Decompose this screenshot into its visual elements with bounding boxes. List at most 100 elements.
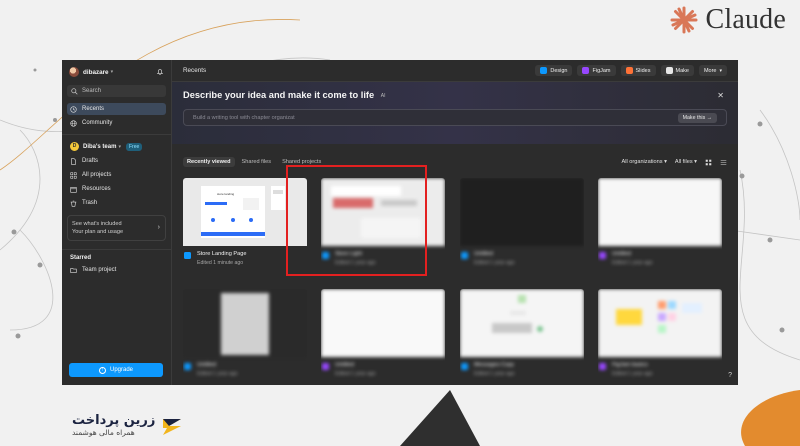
- more-button[interactable]: More ▾: [698, 65, 727, 76]
- file-thumbnail: [598, 289, 722, 357]
- sidebar-item-label: Trash: [82, 200, 98, 206]
- file-edited-time: Edited 1 year ago: [335, 371, 376, 377]
- file-name: Messages Copy: [474, 362, 515, 368]
- avatar: [69, 67, 79, 77]
- claude-logo: Claude: [669, 4, 786, 36]
- banner-title: Describe your idea and make it come to l…: [183, 90, 727, 100]
- sidebar-item-community[interactable]: Community: [67, 117, 166, 129]
- file-meta: Untitled Edited 1 year ago: [598, 250, 722, 272]
- file-text: Untitled Edited 1 year ago: [335, 361, 376, 378]
- grid-view-icon[interactable]: [705, 159, 712, 166]
- file-thumbnail: [460, 289, 584, 357]
- make-this-button[interactable]: Make this →: [677, 112, 717, 123]
- file-type-filter[interactable]: All files ▾: [675, 159, 697, 165]
- list-view-icon[interactable]: [720, 159, 727, 166]
- figjam-file-icon: [599, 363, 606, 370]
- design-icon: [540, 67, 548, 74]
- tab-recently-viewed[interactable]: Recently viewed: [183, 157, 235, 167]
- sidebar: dibazare ▾ Search Recents Community D Di…: [62, 60, 172, 385]
- search-icon: [71, 87, 78, 95]
- chevron-down-icon: ▾: [118, 143, 121, 150]
- ai-tag: AI: [380, 92, 386, 99]
- plan-card-line2: Your plan and usage: [72, 229, 124, 235]
- svg-text:store landing: store landing: [217, 192, 235, 196]
- sidebar-item-recents[interactable]: Recents: [67, 103, 166, 115]
- organization-filter[interactable]: All organizations ▾: [621, 159, 666, 165]
- bell-icon[interactable]: [156, 68, 164, 76]
- team-switcher[interactable]: D Diba's team ▾ Free: [67, 140, 166, 153]
- team-avatar: D: [70, 142, 79, 151]
- upgrade-button[interactable]: ↑ Upgrade: [69, 363, 163, 377]
- file-name: Untitled: [335, 362, 354, 368]
- file-card[interactable]: Untitled Edited 1 year ago: [460, 178, 584, 274]
- arrow-up-icon: ↑: [98, 366, 106, 374]
- file-edited-time: Edited 1 year ago: [474, 371, 515, 377]
- account-switcher[interactable]: dibazare ▾: [67, 65, 166, 79]
- file-name: Untitled: [612, 251, 631, 257]
- file-name: Untitled: [197, 362, 216, 368]
- chevron-right-icon: ›: [157, 224, 160, 231]
- file-text: Messages Copy Edited 1 year ago: [474, 361, 515, 378]
- make-icon: [665, 67, 673, 74]
- help-button[interactable]: ?: [728, 372, 732, 379]
- page-title: Recents: [183, 67, 207, 74]
- file-text: Untitled Edited 1 year ago: [612, 250, 653, 267]
- file-name: FigJam basics: [612, 362, 648, 368]
- sidebar-item-label: Drafts: [82, 158, 99, 164]
- folder-icon: [70, 267, 77, 273]
- sidebar-item-label: Recents: [82, 106, 105, 112]
- file-thumbnail: [321, 289, 445, 357]
- file-card[interactable]: Untitled Edited 1 year ago: [598, 178, 722, 274]
- file-meta: Untitled Edited 1 year ago: [460, 250, 584, 272]
- highlight-box: [286, 165, 427, 276]
- button-label: Design: [550, 67, 568, 74]
- plan-card-line1: See what's included: [72, 221, 122, 227]
- claude-wordmark: Claude: [705, 4, 786, 35]
- design-file-icon: [184, 363, 191, 370]
- new-design-button[interactable]: Design: [535, 65, 573, 76]
- box-icon: [70, 186, 77, 193]
- divider: [62, 134, 171, 135]
- new-make-button[interactable]: Make: [660, 65, 694, 76]
- plan-usage-card[interactable]: See what's included Your plan and usage …: [67, 215, 166, 241]
- sidebar-item-trash[interactable]: Trash: [67, 197, 166, 209]
- file-name: Untitled: [474, 251, 493, 257]
- sidebar-item-label: Resources: [82, 186, 111, 192]
- file-thumbnail: [460, 178, 584, 246]
- search-label: Search: [82, 88, 102, 94]
- clock-icon: [70, 105, 77, 113]
- figma-app-window: dibazare ▾ Search Recents Community D Di…: [62, 60, 738, 385]
- sidebar-item-team-project[interactable]: Team project: [67, 264, 166, 276]
- design-file-icon: [184, 252, 191, 259]
- filters: All organizations ▾ All files ▾: [621, 159, 727, 166]
- tab-shared-files[interactable]: Shared files: [238, 157, 276, 167]
- sidebar-item-all-projects[interactable]: All projects: [67, 169, 166, 181]
- file-card[interactable]: Untitled Edited 1 year ago: [183, 289, 307, 385]
- file-edited-time: Edited 1 year ago: [197, 371, 238, 377]
- grid-icon: [70, 171, 77, 179]
- slides-icon: [625, 67, 633, 74]
- sidebar-item-drafts[interactable]: Drafts: [67, 155, 166, 167]
- file-meta: FigJam basics Edited 1 year ago: [598, 361, 722, 383]
- organization-filter-label: All organizations: [621, 159, 663, 165]
- sidebar-item-resources[interactable]: Resources: [67, 183, 166, 195]
- sidebar-item-label: Team project: [82, 267, 117, 273]
- sidebar-item-label: All projects: [82, 172, 112, 178]
- file-card[interactable]: FigJam basics Edited 1 year ago: [598, 289, 722, 385]
- file-card[interactable]: Untitled Edited 1 year ago: [321, 289, 445, 385]
- file-tabs: Recently viewed Shared files Shared proj…: [172, 144, 738, 170]
- search-input[interactable]: Search: [67, 85, 166, 97]
- figjam-file-icon: [322, 363, 329, 370]
- prompt-input[interactable]: Build a writing tool with chapter organi…: [183, 109, 727, 126]
- chevron-down-icon: ▾: [110, 69, 114, 75]
- team-name: Diba's team: [83, 143, 117, 150]
- new-slides-button[interactable]: Slides: [620, 65, 656, 76]
- new-figjam-button[interactable]: FigJam: [577, 65, 616, 76]
- close-icon[interactable]: ✕: [717, 91, 724, 100]
- file-thumbnail: [598, 178, 722, 246]
- file-card[interactable]: Messages Copy Edited 1 year ago: [460, 289, 584, 385]
- zarinpal-logo-icon: [163, 419, 182, 435]
- topbar: Recents Design FigJam Slides Make More ▾: [172, 60, 738, 82]
- ai-make-banner: Describe your idea and make it come to l…: [172, 82, 738, 144]
- file-type-filter-label: All files: [674, 159, 693, 165]
